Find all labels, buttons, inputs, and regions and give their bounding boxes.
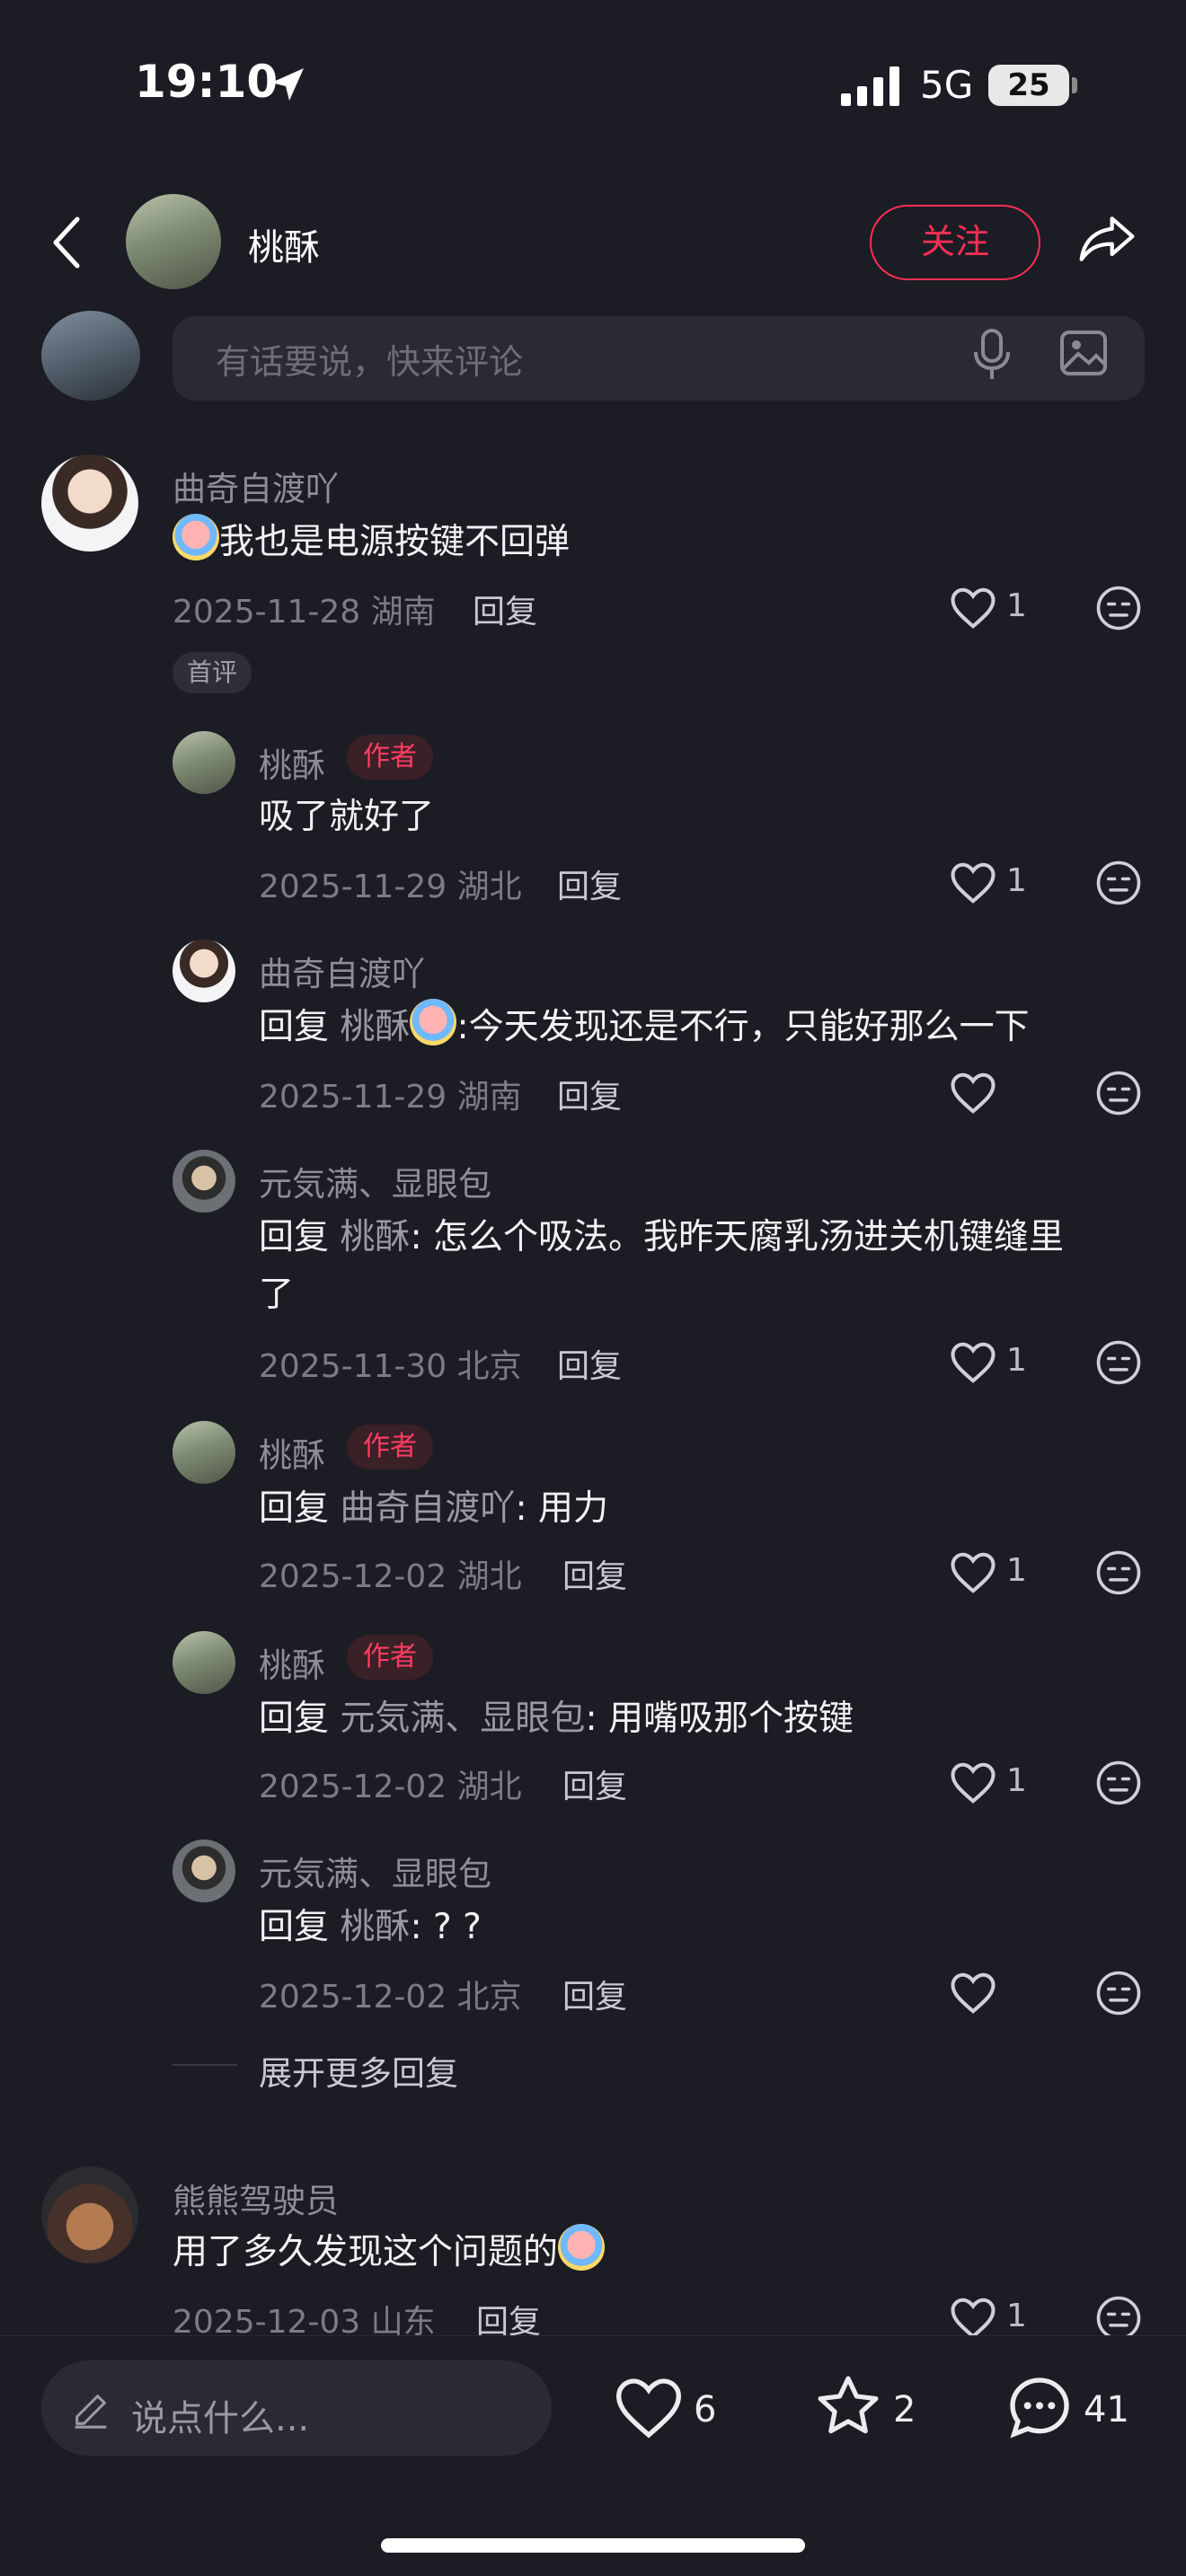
reply-text: 回复 曲奇自渡吖: 用力 bbox=[259, 1488, 608, 1529]
cry-emoji-icon bbox=[558, 2224, 606, 2271]
comment-username[interactable]: 曲奇自渡吖 bbox=[173, 462, 339, 510]
battery-tip bbox=[1072, 77, 1077, 93]
dislike-icon[interactable] bbox=[1094, 1969, 1143, 2017]
first-comment-badge: 首评 bbox=[173, 652, 252, 693]
like-icon[interactable] bbox=[949, 586, 997, 631]
dislike-icon[interactable] bbox=[1094, 1069, 1143, 1117]
reply-username[interactable]: 桃酥 bbox=[259, 1428, 325, 1477]
comment-avatar[interactable] bbox=[41, 2166, 138, 2263]
reply-username[interactable]: 桃酥 bbox=[259, 1638, 325, 1687]
author-avatar[interactable] bbox=[126, 194, 221, 289]
comment-username[interactable]: 熊熊驾驶员 bbox=[173, 2174, 339, 2222]
favorite-star-icon[interactable] bbox=[812, 2371, 884, 2441]
say-something-placeholder: 说点什么... bbox=[131, 2398, 310, 2439]
reply-text: 回复 桃酥: ? ? bbox=[259, 1907, 482, 1947]
share-icon[interactable] bbox=[1075, 208, 1139, 269]
reply-text: 回复 元気满、显眼包: 用嘴吸那个按键 bbox=[259, 1698, 854, 1739]
post-favorite-count: 2 bbox=[893, 2389, 916, 2430]
reply-username[interactable]: 元気满、显眼包 bbox=[259, 1157, 491, 1205]
author-badge: 作者 bbox=[347, 1635, 433, 1680]
current-user-avatar bbox=[41, 311, 140, 401]
reply-username[interactable]: 曲奇自渡吖 bbox=[259, 947, 425, 995]
reply-text: 吸了就好了 bbox=[259, 797, 435, 837]
like-count: 1 bbox=[1006, 862, 1027, 899]
reply-meta: 2025-12-02 湖北 bbox=[259, 1558, 522, 1595]
reply-meta: 2025-12-02 北京 bbox=[259, 1979, 522, 2016]
reply-meta: 2025-11-30 北京 bbox=[259, 1348, 522, 1385]
follow-button[interactable]: 关注 bbox=[870, 205, 1040, 280]
like-icon[interactable] bbox=[949, 1971, 997, 2016]
comment-text: 用了多久发现这个问题的 bbox=[173, 2224, 606, 2281]
reply-avatar[interactable] bbox=[173, 1839, 235, 1902]
reply-avatar[interactable] bbox=[173, 1631, 235, 1694]
like-count: 1 bbox=[1006, 1552, 1027, 1589]
comment-text: 我也是电源按键不回弹 bbox=[173, 514, 570, 571]
reply-meta: 2025-11-29 湖南 bbox=[259, 1079, 522, 1116]
microphone-icon[interactable] bbox=[970, 325, 1013, 383]
reply-meta: 2025-11-29 湖北 bbox=[259, 869, 522, 905]
like-count: 1 bbox=[1006, 2298, 1027, 2334]
like-icon[interactable] bbox=[949, 1340, 997, 1385]
page-title[interactable]: 桃酥 bbox=[248, 218, 320, 270]
post-like-count: 6 bbox=[694, 2389, 717, 2430]
status-time: 19:10 bbox=[135, 56, 279, 108]
reply-username[interactable]: 元気满、显眼包 bbox=[259, 1847, 491, 1895]
reply-username[interactable]: 桃酥 bbox=[259, 738, 325, 787]
reply-button[interactable]: 回复 bbox=[473, 586, 537, 632]
reply-button[interactable]: 回复 bbox=[562, 1550, 627, 1597]
signal-icon bbox=[841, 66, 899, 106]
like-icon[interactable] bbox=[949, 1760, 997, 1805]
like-icon[interactable] bbox=[949, 2296, 997, 2341]
comment-meta: 2025-11-28 湖南 bbox=[173, 594, 436, 631]
location-arrow-icon bbox=[271, 68, 304, 101]
comment-avatar[interactable] bbox=[41, 454, 138, 551]
author-badge: 作者 bbox=[347, 1425, 433, 1469]
comment-placeholder: 有话要说，快来评论 bbox=[216, 342, 524, 382]
expand-divider bbox=[173, 2064, 237, 2066]
like-count: 1 bbox=[1006, 1342, 1027, 1379]
like-count: 1 bbox=[1006, 587, 1027, 624]
reply-avatar[interactable] bbox=[173, 1150, 235, 1213]
battery-icon: 25 bbox=[988, 65, 1069, 106]
author-badge: 作者 bbox=[347, 735, 433, 780]
like-count: 1 bbox=[1006, 1762, 1027, 1799]
home-indicator[interactable] bbox=[381, 2538, 805, 2553]
reply-button[interactable]: 回复 bbox=[562, 1971, 627, 2017]
reply-meta: 2025-12-02 湖北 bbox=[259, 1769, 522, 1805]
reply-button[interactable]: 回复 bbox=[557, 860, 622, 907]
reply-button[interactable]: 回复 bbox=[557, 1340, 622, 1387]
dislike-icon[interactable] bbox=[1094, 1759, 1143, 1807]
reply-avatar[interactable] bbox=[173, 940, 235, 1002]
dislike-icon[interactable] bbox=[1094, 1548, 1143, 1597]
like-icon[interactable] bbox=[949, 860, 997, 905]
reply-text: 回复 桃酥:今天发现还是不行，只能好那么一下 bbox=[259, 999, 1030, 1056]
network-type: 5G bbox=[920, 63, 974, 107]
like-icon[interactable] bbox=[949, 1550, 997, 1595]
reply-avatar[interactable] bbox=[173, 731, 235, 794]
cry-emoji-icon bbox=[173, 514, 219, 560]
post-comment-count: 41 bbox=[1084, 2389, 1129, 2430]
like-post-icon[interactable] bbox=[613, 2375, 685, 2441]
dislike-icon[interactable] bbox=[1094, 859, 1143, 907]
image-icon[interactable] bbox=[1058, 329, 1109, 377]
dislike-icon[interactable] bbox=[1094, 1338, 1143, 1387]
reply-button[interactable]: 回复 bbox=[557, 1071, 622, 1117]
comment-bubble-icon[interactable] bbox=[1003, 2371, 1076, 2443]
cry-emoji-icon bbox=[410, 999, 457, 1045]
pencil-icon bbox=[75, 2395, 107, 2429]
back-icon[interactable] bbox=[47, 214, 86, 271]
reply-avatar[interactable] bbox=[173, 1421, 235, 1484]
like-icon[interactable] bbox=[949, 1071, 997, 1116]
dislike-icon[interactable] bbox=[1094, 584, 1143, 632]
expand-replies-button[interactable]: 展开更多回复 bbox=[259, 2046, 458, 2095]
reply-button[interactable]: 回复 bbox=[562, 1760, 627, 1807]
reply-text: 回复 桃酥: 怎么个吸法。我昨天腐乳汤进关机键缝里了 bbox=[259, 1217, 1064, 1315]
